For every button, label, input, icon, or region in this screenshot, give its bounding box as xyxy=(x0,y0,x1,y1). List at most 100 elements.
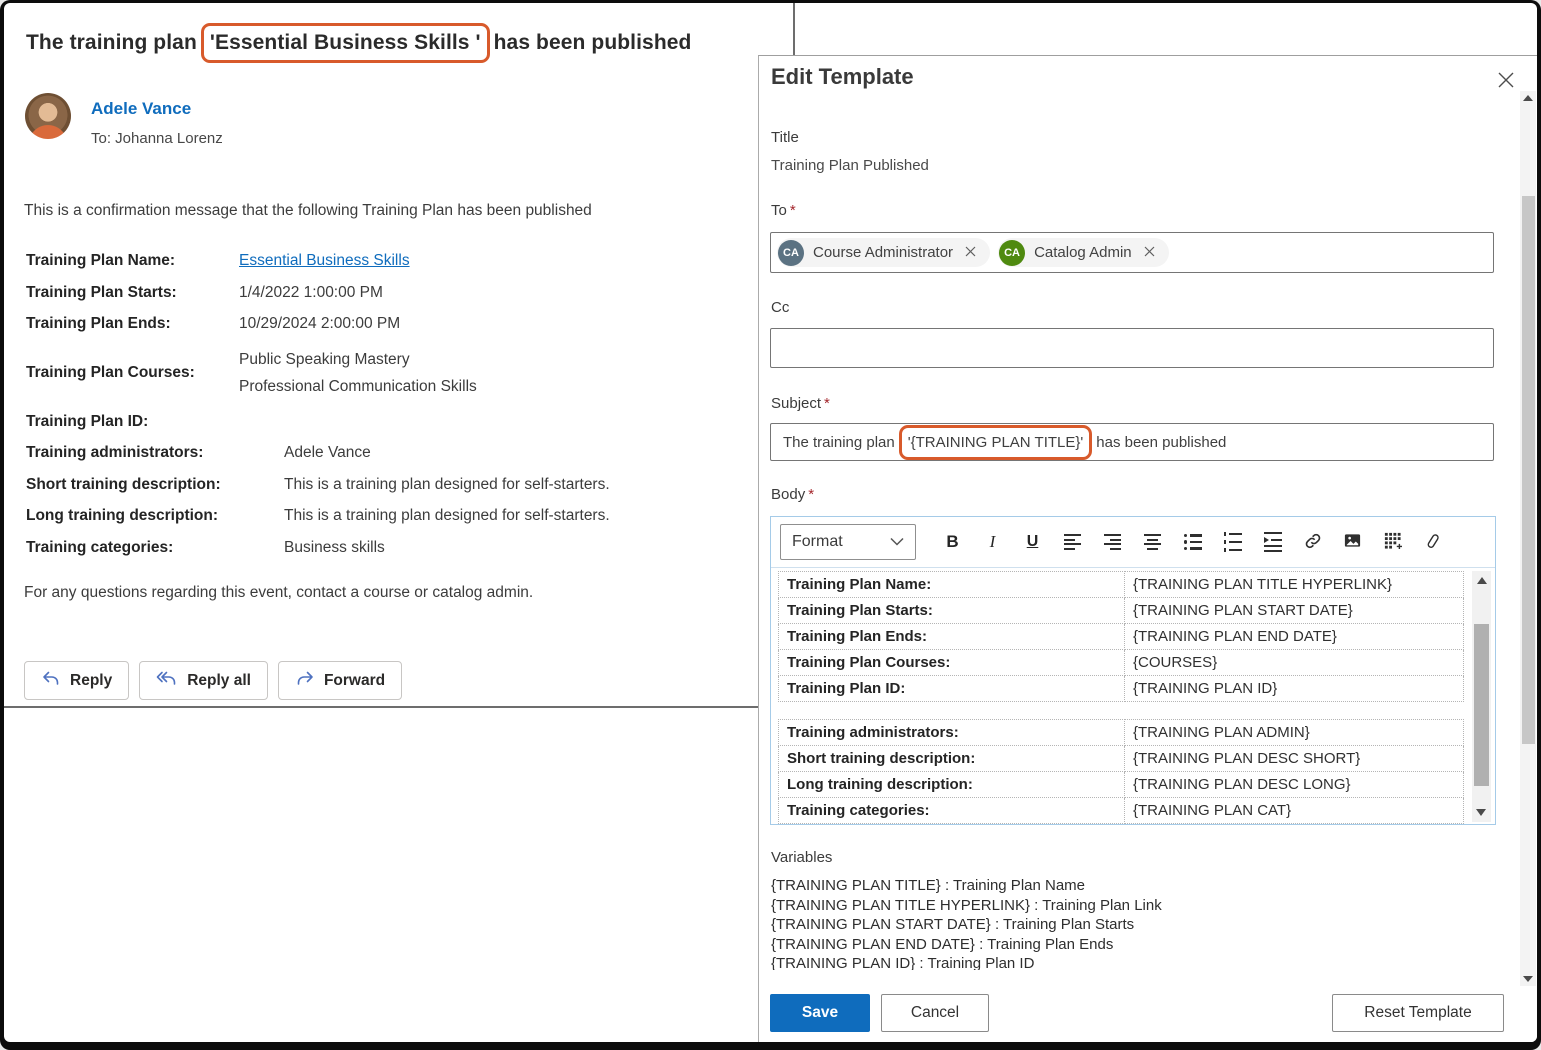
indent-button[interactable] xyxy=(1259,527,1286,557)
image-button[interactable] xyxy=(1339,527,1366,557)
subject-variable-highlight-box: '{TRAINING PLAN TITLE}' xyxy=(898,424,1093,460)
detail-value: Adele Vance xyxy=(284,444,371,461)
align-right-button[interactable] xyxy=(1099,527,1126,557)
detail-row-admins: Training administrators: Adele Vance xyxy=(26,443,746,463)
close-button[interactable] xyxy=(1495,70,1517,92)
editor-body-area[interactable]: Training Plan Name: {TRAINING PLAN TITLE … xyxy=(771,568,1495,825)
italic-button[interactable]: I xyxy=(979,527,1006,557)
sender-name[interactable]: Adele Vance xyxy=(91,99,191,119)
numbered-list-icon xyxy=(1223,531,1242,553)
persona-badge: CA xyxy=(778,239,804,266)
variables-list: {TRAINING PLAN TITLE} : Training Plan Na… xyxy=(771,876,1471,970)
reply-label: Reply xyxy=(70,671,113,689)
align-right-icon xyxy=(1104,533,1121,551)
forward-button[interactable]: Forward xyxy=(277,661,403,700)
to-input[interactable]: CA Course Administrator CA Catalog Admin xyxy=(770,232,1494,273)
chip-name: Catalog Admin xyxy=(1034,244,1132,261)
subject-input[interactable]: The training plan '{TRAINING PLAN TITLE}'… xyxy=(770,423,1494,461)
required-marker: * xyxy=(824,395,830,412)
variables-label: Variables xyxy=(771,849,833,866)
course-line: Public Speaking Mastery xyxy=(239,350,410,368)
reply-all-icon xyxy=(156,670,178,691)
detail-row-long-desc: Long training description: This is a tra… xyxy=(26,506,746,526)
cancel-button[interactable]: Cancel xyxy=(881,994,989,1032)
align-left-icon xyxy=(1064,533,1081,551)
remove-icon xyxy=(1144,245,1155,260)
numbered-list-button[interactable] xyxy=(1219,527,1246,557)
image-icon xyxy=(1343,531,1362,553)
underline-button[interactable]: U xyxy=(1019,527,1046,557)
body-variable-table-1: Training Plan Name: {TRAINING PLAN TITLE … xyxy=(778,571,1464,702)
detail-label: Training Plan Ends: xyxy=(26,315,171,332)
panel-title: Edit Template xyxy=(771,64,914,89)
bold-icon: B xyxy=(946,532,959,551)
required-marker: * xyxy=(808,486,815,503)
link-button[interactable] xyxy=(1299,527,1326,557)
persona-badge: CA xyxy=(999,239,1026,266)
reply-all-button[interactable]: Reply all xyxy=(139,661,268,700)
screenshot-frame: The training plan 'Essential Business Ski… xyxy=(0,0,1541,1050)
training-plan-link[interactable]: Essential Business Skills xyxy=(239,252,410,269)
forward-icon xyxy=(295,670,315,691)
align-center-button[interactable] xyxy=(1139,527,1166,557)
italic-icon: I xyxy=(989,532,996,551)
forward-label: Forward xyxy=(323,671,386,689)
email-subject-suffix: has been published xyxy=(493,31,692,54)
panel-scrollbar[interactable] xyxy=(1520,91,1536,986)
variable-item: {TRAINING PLAN TITLE} : Training Plan Na… xyxy=(771,877,1086,894)
email-pane-separator xyxy=(4,706,758,708)
remove-recipient-button[interactable] xyxy=(953,241,986,264)
table-row: Training Plan Starts: {TRAINING PLAN STAR… xyxy=(778,597,1464,624)
detail-value: This is a training plan designed for sel… xyxy=(284,475,610,493)
sender-avatar[interactable] xyxy=(25,93,71,139)
subject-field-label: Subject * xyxy=(771,395,830,412)
email-subject-highlight-box: 'Essential Business Skills ' xyxy=(200,23,490,63)
detail-label: Training administrators: xyxy=(26,444,204,461)
eraser-button[interactable] xyxy=(1419,527,1446,557)
body-variable-table-2: Training administrators: {TRAINING PLAN A… xyxy=(778,719,1464,824)
variable-item: {TRAINING PLAN TITLE HYPERLINK} : Traini… xyxy=(771,896,1162,914)
chip-name: Course Administrator xyxy=(813,244,954,261)
reply-icon xyxy=(41,670,61,691)
reset-template-button[interactable]: Reset Template xyxy=(1332,994,1504,1032)
remove-recipient-button[interactable] xyxy=(1132,241,1165,264)
scrollbar-thumb[interactable] xyxy=(1521,196,1535,744)
detail-row-short-desc: Short training description: This is a tr… xyxy=(26,475,746,495)
course-line: Professional Communication Skills xyxy=(239,377,477,395)
scroll-up-arrow[interactable] xyxy=(1523,95,1533,101)
insert-table-button[interactable] xyxy=(1379,527,1406,557)
align-left-button[interactable] xyxy=(1059,527,1086,557)
save-button[interactable]: Save xyxy=(770,994,870,1032)
detail-label: Short training description: xyxy=(26,475,221,493)
table-row: Training Plan Courses: {COURSES} xyxy=(778,649,1464,676)
title-field-label: Title xyxy=(771,129,799,146)
detail-label: Training Plan Name: xyxy=(26,252,176,269)
detail-value: 1/4/2022 1:00:00 PM xyxy=(239,283,383,301)
scrollbar-thumb[interactable] xyxy=(1474,624,1489,786)
detail-label: Training Plan Courses: xyxy=(26,363,195,381)
table-row: Training Plan ID: {TRAINING PLAN ID} xyxy=(778,675,1464,702)
app-window: The training plan 'Essential Business Ski… xyxy=(4,3,1537,1042)
bullet-list-button[interactable] xyxy=(1179,527,1206,557)
body-field-label: Body * xyxy=(771,486,815,503)
scroll-down-arrow[interactable] xyxy=(1523,976,1533,982)
variable-item: {TRAINING PLAN START DATE} : Training Pl… xyxy=(771,916,1135,934)
recipient-chip-catalog-admin[interactable]: CA Catalog Admin xyxy=(998,238,1169,267)
reply-button[interactable]: Reply xyxy=(24,661,130,700)
training-plan-details: Training Plan Name: Essential Business S… xyxy=(26,251,746,569)
table-row: Training administrators: {TRAINING PLAN A… xyxy=(778,719,1464,746)
detail-label: Training Plan Starts: xyxy=(26,283,177,301)
detail-row-starts: Training Plan Starts: 1/4/2022 1:00:00 P… xyxy=(26,283,746,303)
email-intro-text: This is a confirmation message that the … xyxy=(24,202,592,219)
cc-input[interactable] xyxy=(770,328,1494,368)
bold-button[interactable]: B xyxy=(939,527,966,557)
body-rich-text-editor[interactable]: Format B I U Training Plan Name: {TRAINI… xyxy=(770,516,1496,825)
detail-value: Business skills xyxy=(284,538,385,556)
editor-scrollbar[interactable] xyxy=(1472,571,1491,822)
email-subject-prefix: The training plan xyxy=(26,31,197,54)
recipient-chip-course-administrator[interactable]: CA Course Administrator xyxy=(777,238,991,267)
format-dropdown[interactable]: Format xyxy=(780,524,916,560)
scroll-up-arrow[interactable] xyxy=(1476,577,1487,584)
scroll-down-arrow[interactable] xyxy=(1476,809,1486,816)
reading-pane-divider xyxy=(793,3,795,55)
